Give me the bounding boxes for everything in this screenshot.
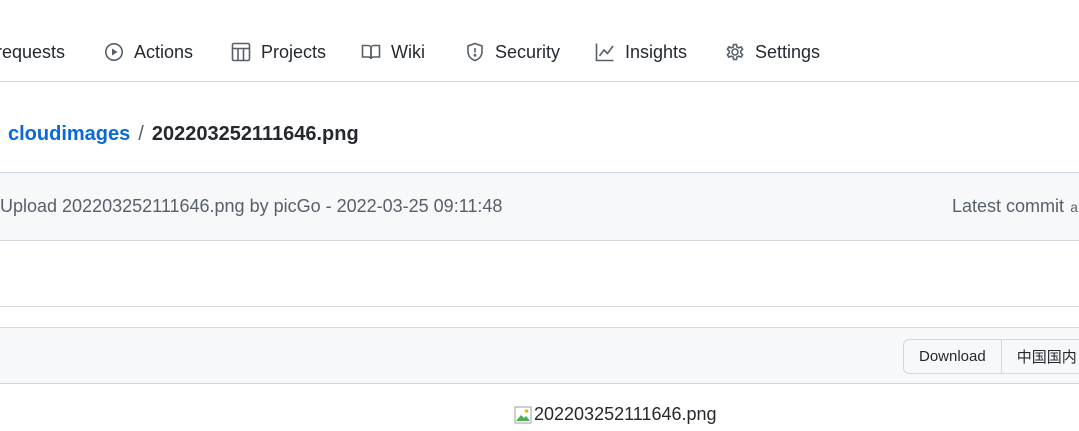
file-header: Download 中国国内 xyxy=(0,327,1079,384)
contributors-row xyxy=(0,240,1079,307)
graph-icon xyxy=(595,43,614,62)
tab-wiki[interactable]: Wiki xyxy=(361,36,425,68)
broken-image-icon xyxy=(514,406,532,423)
breadcrumb: cloudimages / 202203252111646.png xyxy=(8,121,359,147)
breadcrumb-separator: / xyxy=(138,122,144,145)
latest-commit-info: Latest commit a1 xyxy=(952,196,1079,217)
gear-icon xyxy=(726,43,744,61)
tab-pull-requests[interactable]: requests xyxy=(0,36,65,68)
tab-projects-label: Projects xyxy=(261,41,327,62)
file-view-page: requests Actions Projects Wiki Security … xyxy=(0,0,1079,431)
image-preview: 202203252111646.png xyxy=(514,404,717,425)
image-alt-text: 202203252111646.png xyxy=(534,404,717,424)
image-preview-area: 202203252111646.png xyxy=(0,384,1079,431)
download-button[interactable]: Download xyxy=(903,339,1002,374)
repo-nav: requests Actions Projects Wiki Security … xyxy=(0,0,1079,82)
tab-actions-label: Actions xyxy=(134,41,194,62)
commit-message-link[interactable]: Upload 202203252111646.png by picGo - 20… xyxy=(0,196,502,217)
breadcrumb-file-name: 202203252111646.png xyxy=(151,122,359,145)
commit-sha-link[interactable]: a1 xyxy=(1070,201,1079,217)
tab-settings-label: Settings xyxy=(755,41,821,62)
play-circle-icon xyxy=(105,43,123,61)
shield-icon xyxy=(467,42,483,62)
tab-wiki-label: Wiki xyxy=(391,41,425,62)
tab-security[interactable]: Security xyxy=(465,36,560,68)
tab-insights[interactable]: Insights xyxy=(595,36,687,68)
tab-pull-requests-label: requests xyxy=(0,41,66,62)
china-mirror-button[interactable]: 中国国内 xyxy=(1001,339,1079,374)
latest-commit-bar: Upload 202203252111646.png by picGo - 20… xyxy=(0,172,1079,241)
latest-commit-label: Latest commit xyxy=(952,196,1065,216)
tab-projects[interactable]: Projects xyxy=(231,36,326,68)
tab-security-label: Security xyxy=(495,41,561,62)
book-icon xyxy=(361,44,381,60)
tab-insights-label: Insights xyxy=(625,41,688,62)
breadcrumb-repo-link[interactable]: cloudimages xyxy=(8,123,130,146)
file-action-buttons: Download 中国国内 xyxy=(903,339,1079,374)
tab-settings[interactable]: Settings xyxy=(725,36,820,68)
table-icon xyxy=(231,42,251,62)
tab-actions[interactable]: Actions xyxy=(104,36,193,68)
